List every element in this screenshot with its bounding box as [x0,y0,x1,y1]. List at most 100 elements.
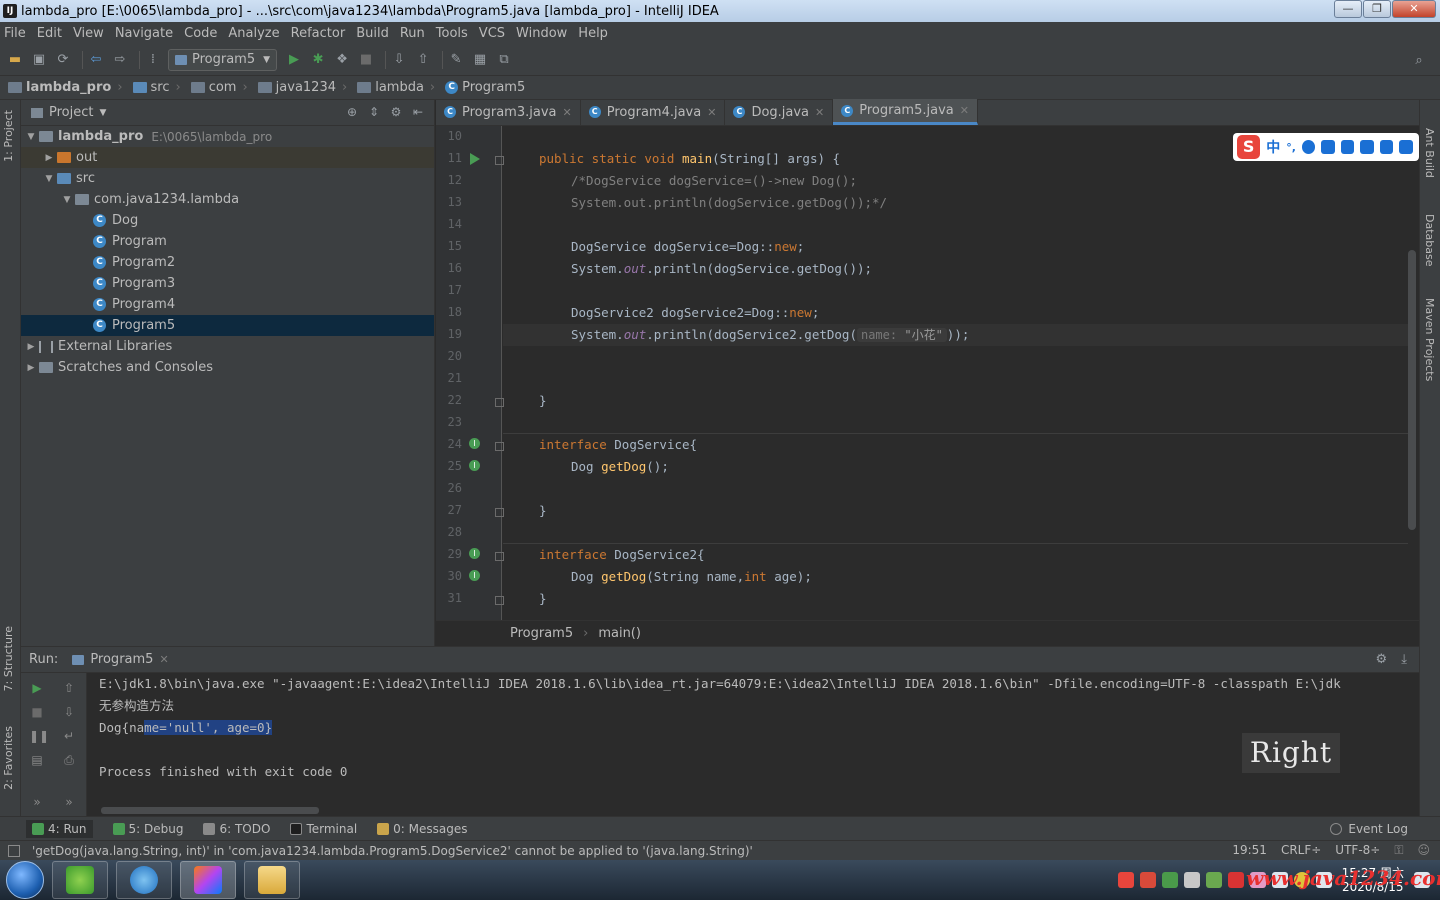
editor-crumb-method[interactable]: main() [598,626,641,641]
locate-icon[interactable]: ⊕ [344,105,360,121]
up-arrow-icon[interactable]: ⇧ [61,681,77,697]
save-icon[interactable]: ▣ [30,51,48,69]
editor-crumb-class[interactable]: Program5 [510,626,573,641]
chevron-down-icon[interactable]: ▼ [61,195,73,205]
menu-navigate[interactable]: Navigate [115,26,173,41]
tree-item-program4[interactable]: C Program4 [21,294,434,315]
editor-scrollbar[interactable] [1408,250,1416,530]
implemented-gutter-icon[interactable]: I [469,548,480,559]
run-tab-program5[interactable]: Program5 ✕ [72,652,169,667]
tree-item-com-java1234-lambda[interactable]: ▼ com.java1234.lambda [21,189,434,210]
menu-code[interactable]: Code [184,26,217,41]
tab-program4[interactable]: C Program4.java ✕ [581,99,726,125]
project-structure-icon[interactable]: ▦ [471,51,489,69]
console-output[interactable]: E:\jdk1.8\bin\java.exe "-javaagent:E:\id… [99,673,1419,817]
tree-item-src[interactable]: ▼ src [21,168,434,189]
expand-more-icon[interactable]: » [61,795,77,811]
tree-item-scratches-and-consoles[interactable]: ▶ Scratches and Consoles [21,357,434,378]
user-icon[interactable] [1360,140,1374,154]
code-area[interactable]: public static void main(String[] args) {… [503,126,1408,620]
keyboard-icon[interactable] [1340,140,1355,154]
chevron-down-icon[interactable]: ▼ [99,108,106,118]
event-log-button[interactable]: Event Log [1330,822,1408,836]
close-button[interactable]: ✕ [1392,0,1436,18]
tree-item-program3[interactable]: C Program3 [21,273,434,294]
taskbar-explorer[interactable] [244,861,300,899]
expand-more-icon[interactable]: » [29,795,45,811]
grid-menu-icon[interactable] [1399,140,1413,154]
close-tab-icon[interactable]: ✕ [707,106,716,119]
breadcrumb-com[interactable]: com › [190,80,254,95]
dump-threads-icon[interactable]: ▤ [29,753,45,769]
collapse-all-icon[interactable]: ⇕ [366,105,382,121]
shield-icon[interactable] [1161,872,1178,888]
sync-icon[interactable]: ⟳ [54,51,72,69]
close-tab-icon[interactable]: ✕ [960,104,969,117]
tree-item-program5[interactable]: C Program5 [21,315,434,336]
implemented-gutter-icon[interactable]: I [469,438,480,449]
hide-panel-icon[interactable]: ⇤ [410,105,426,121]
tree-item-dog[interactable]: C Dog [21,210,434,231]
tab-dog[interactable]: C Dog.java ✕ [725,99,834,125]
menu-build[interactable]: Build [356,26,389,41]
tab-program3[interactable]: C Program3.java ✕ [436,99,581,125]
project-tool-tab[interactable]: 1: Project [2,110,15,162]
menu-analyze[interactable]: Analyze [228,26,279,41]
down-arrow-icon[interactable]: ⇩ [61,705,77,721]
chevron-right-icon[interactable]: ▶ [43,153,55,163]
menu-window[interactable]: Window [516,26,567,41]
tool-tab-terminal[interactable]: Terminal [290,822,357,836]
taskbar-browser-360[interactable] [52,861,108,899]
search-icon[interactable]: ⌕ [1410,51,1428,69]
settings-wrench-icon[interactable]: ✎ [447,51,465,69]
microphone-icon[interactable] [1321,140,1335,154]
menu-file[interactable]: File [4,26,26,41]
database-tool-tab[interactable]: Database [1423,214,1436,267]
coverage-icon[interactable]: ❖ [333,51,351,69]
implemented-gutter-icon[interactable]: I [469,460,480,471]
sogou-s-icon[interactable] [1227,872,1244,888]
inspector-icon[interactable]: ☺ [1417,843,1430,858]
menu-vcs[interactable]: VCS [479,26,505,41]
menu-view[interactable]: View [73,26,104,41]
chevron-down-icon[interactable]: ▼ [43,174,55,184]
back-arrow-icon[interactable]: ⇦ [87,51,105,69]
vcs-update-icon[interactable]: ⇩ [390,51,408,69]
menu-run[interactable]: Run [400,26,425,41]
run-icon[interactable]: ▶ [285,51,303,69]
file-encoding[interactable]: UTF-8÷ [1335,843,1380,858]
menu-refactor[interactable]: Refactor [291,26,346,41]
print-icon[interactable]: ⎙ [61,753,77,769]
close-tab-icon[interactable]: ✕ [815,106,824,119]
start-button[interactable] [6,861,44,899]
build-project-icon[interactable]: ⁞ [144,51,162,69]
tree-item-external-libraries[interactable]: ▶ External Libraries [21,336,434,357]
console-scrollbar[interactable] [101,807,319,814]
skin-icon[interactable] [1379,140,1394,154]
ime-punctuation-toggle[interactable]: °, [1286,141,1296,154]
ime-mode-toggle[interactable]: 中 [1266,137,1280,157]
soft-wrap-icon[interactable]: ↵ [61,729,77,745]
tab-program5[interactable]: C Program5.java ✕ [833,99,978,125]
rerun-icon[interactable]: ▶ [29,681,45,697]
toggle-tool-windows-icon[interactable] [8,844,20,857]
structure-tool-tab[interactable]: 7: Structure [2,626,15,691]
chevron-right-icon[interactable]: ▶ [25,342,37,352]
tool-tab-todo[interactable]: 6: TODO [203,822,270,836]
menu-edit[interactable]: Edit [37,26,62,41]
taskbar-intellij[interactable] [180,861,236,899]
breadcrumb-program5[interactable]: C Program5 [445,80,525,95]
network-tool-icon[interactable] [1183,872,1200,888]
close-tab-icon[interactable]: ✕ [159,653,168,666]
taskbar-browser[interactable] [116,861,172,899]
favorites-tool-tab[interactable]: 2: Favorites [2,726,15,790]
pause-icon[interactable]: ❚❚ [29,729,49,745]
chevron-right-icon[interactable]: ▶ [25,363,37,373]
run-gutter-icon[interactable] [470,153,480,165]
ant-build-tool-tab[interactable]: Ant Build [1423,128,1436,178]
minimize-button[interactable]: — [1334,0,1362,18]
maximize-button[interactable]: ❐ [1363,0,1391,18]
menu-help[interactable]: Help [578,26,608,41]
tree-item-lambda-pro[interactable]: ▼ lambda_pro E:\0065\lambda_pro [21,126,434,147]
close-tab-icon[interactable]: ✕ [563,106,572,119]
